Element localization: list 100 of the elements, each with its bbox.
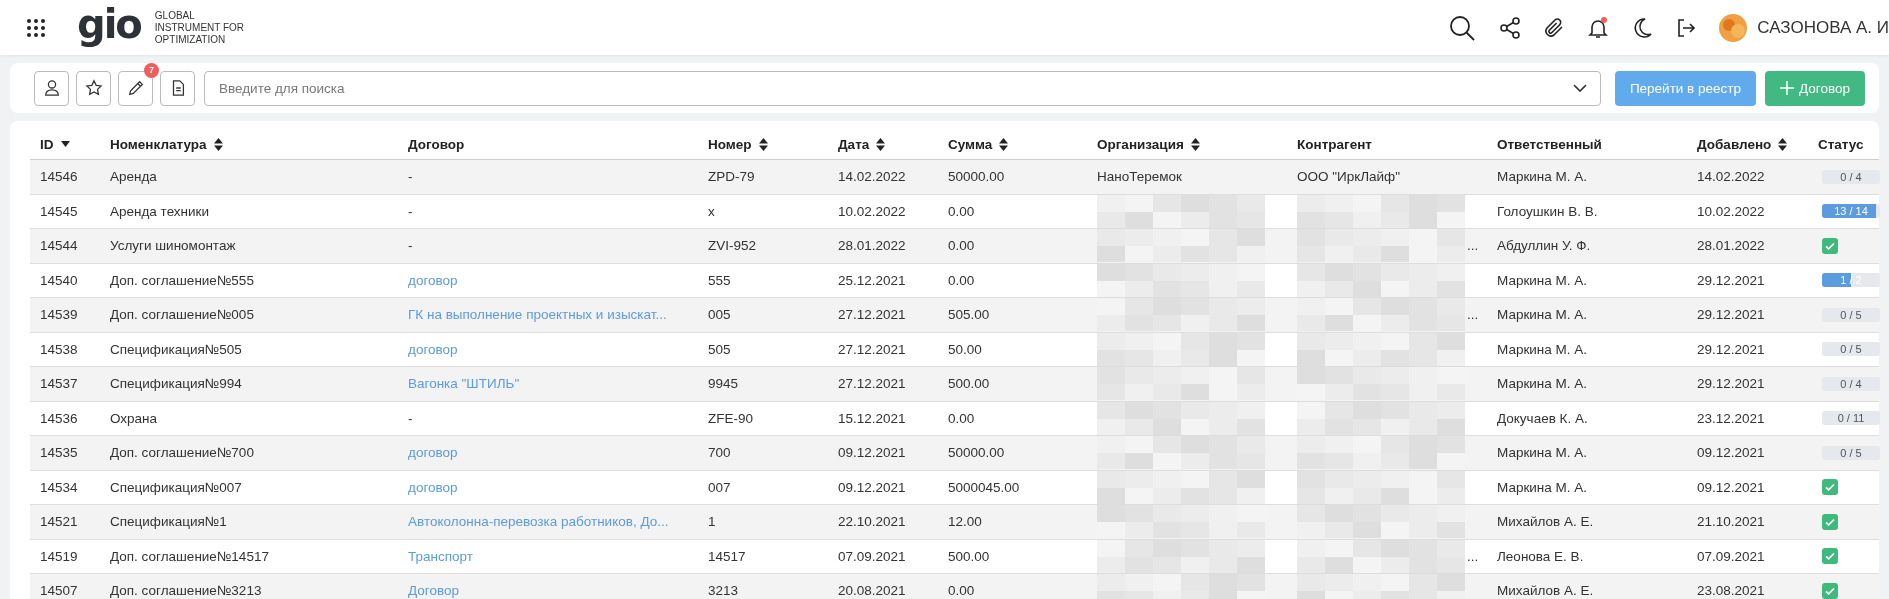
column-header[interactable]: Номер <box>708 136 752 152</box>
table-cell-text: 14519 <box>39 547 79 566</box>
count-badge: 7 <box>144 62 159 78</box>
table-cell-text: 14539 <box>39 306 79 325</box>
search-field[interactable]: Введите для поиска <box>204 70 1601 106</box>
bell-icon[interactable] <box>1586 15 1611 40</box>
table-cell-text: Докучаев К. А. <box>1496 409 1589 428</box>
table-cell-text: 25.12.2021 <box>837 271 907 290</box>
table-cell-text: 12.00 <box>947 513 983 532</box>
table-cell-text: 0.00 <box>947 582 976 599</box>
pencil-icon <box>126 79 145 97</box>
sort-icon[interactable] <box>1190 137 1200 151</box>
checkmark-icon <box>1822 548 1838 565</box>
table-cell-text: 0.00 <box>947 202 976 221</box>
table-cell-text: 14.02.2022 <box>1696 168 1766 187</box>
plus-icon <box>1780 81 1794 95</box>
table-cell-text: 0.00 <box>947 409 976 428</box>
table-cell-text: 27.12.2021 <box>837 340 907 359</box>
table-cell-text: Услуги шиномонтаж <box>109 237 237 256</box>
progress-bar: 0 / 4 <box>1822 376 1880 391</box>
progress-bar: 13 / 14 <box>1822 204 1880 219</box>
table-cell-text: 09.12.2021 <box>837 444 907 463</box>
table-cell-text: Голоушкин В. В. <box>1496 202 1599 221</box>
chevron-down-icon[interactable] <box>1572 83 1587 93</box>
share-icon[interactable] <box>1498 15 1523 40</box>
table-cell-text: 14537 <box>39 375 79 394</box>
column-header[interactable]: Контрагент <box>1297 136 1372 152</box>
favorites-button[interactable] <box>76 70 111 106</box>
table-cell-text: 23.08.2021 <box>1696 582 1766 599</box>
table-cell: ... <box>1467 307 1479 323</box>
search-icon[interactable] <box>1448 13 1477 42</box>
column-header[interactable]: Ответственный <box>1497 136 1602 152</box>
table-cell-text: 29.12.2021 <box>1696 306 1766 325</box>
table-cell-text: Доп. соглашение№555 <box>109 271 255 290</box>
table-cell-text: Аренда техники <box>109 202 211 221</box>
sort-desc-icon[interactable] <box>60 141 70 147</box>
sort-icon[interactable] <box>213 137 223 151</box>
checkmark-icon <box>1822 479 1838 496</box>
table-cell-text: 28.01.2022 <box>1696 237 1766 256</box>
sort-icon[interactable] <box>758 137 768 151</box>
sort-icon[interactable] <box>1778 137 1788 151</box>
checkmark-icon <box>1822 237 1838 254</box>
table-cell-text: 14534 <box>39 478 79 497</box>
table-cell-text: 500.00 <box>947 547 991 566</box>
table-cell-text: ZPD-79 <box>707 168 756 187</box>
table-cell-text: Маркина М. А. <box>1496 375 1589 394</box>
column-header[interactable]: Добавлено <box>1697 136 1772 152</box>
table-cell-text: 505 <box>707 340 732 359</box>
table-cell-text: 15.12.2021 <box>837 409 907 428</box>
table-cell-text: Маркина М. А. <box>1496 271 1589 290</box>
table-cell-text: Маркина М. А. <box>1496 340 1589 359</box>
progress-bar: 0 / 4 <box>1822 169 1880 184</box>
table-cell-text: 9945 <box>707 375 740 394</box>
table-cell-text: x <box>707 202 716 221</box>
table-cell-text: 555 <box>707 271 732 290</box>
table-cell-text: Маркина М. А. <box>1496 306 1589 325</box>
table-cell-text: Леонова Е. В. <box>1496 547 1585 566</box>
table-cell-text: 700 <box>707 444 732 463</box>
table-cell-text: 07.09.2021 <box>837 547 907 566</box>
table-cell-text: Спецификация№007 <box>109 478 243 497</box>
profile-button[interactable] <box>34 70 69 106</box>
table-cell: - <box>408 169 413 185</box>
column-header[interactable]: Организация <box>1097 136 1184 152</box>
table-cell-text: 23.12.2021 <box>1696 409 1766 428</box>
table-cell: - <box>408 203 413 219</box>
table-cell-text: 50000.00 <box>947 168 1006 187</box>
table-cell-text: Михайлов А. Е. <box>1496 582 1595 599</box>
table-cell-text: 09.12.2021 <box>837 478 907 497</box>
table-cell-text: 3213 <box>707 582 740 599</box>
table-cell-text: 14545 <box>39 202 79 221</box>
avatar[interactable] <box>1718 12 1749 43</box>
user-name[interactable]: САЗОНОВА А. И <box>1757 17 1889 38</box>
progress-bar: 0 / 5 <box>1822 342 1880 357</box>
table-cell-text: 007 <box>707 478 732 497</box>
table-cell-text: 10.02.2022 <box>837 202 907 221</box>
document-button[interactable] <box>160 70 195 106</box>
table-cell-text: 14.02.2022 <box>837 168 907 187</box>
table-cell-text: 14540 <box>39 271 79 290</box>
table-cell-text: Михайлов А. Е. <box>1496 513 1595 532</box>
column-header[interactable]: Статус <box>1818 136 1864 152</box>
table-cell-text: Спецификация№1 <box>109 513 228 532</box>
table-cell-text: 0.00 <box>947 237 976 256</box>
column-header[interactable]: Сумма <box>948 136 993 152</box>
sort-icon[interactable] <box>876 137 886 151</box>
table-cell-text: 14507 <box>39 582 79 599</box>
table-cell-text: 09.12.2021 <box>1696 444 1766 463</box>
apps-grid-icon[interactable] <box>26 17 46 38</box>
column-header[interactable]: Номенклатура <box>110 136 207 152</box>
column-header[interactable]: Дата <box>838 136 870 152</box>
column-header[interactable]: ID <box>40 136 54 152</box>
sort-icon[interactable] <box>999 137 1009 151</box>
table-cell-text: 29.12.2021 <box>1696 375 1766 394</box>
progress-bar: 0 / 11 <box>1822 411 1880 426</box>
table-cell-text: 09.12.2021 <box>1696 478 1766 497</box>
column-header[interactable]: Договор <box>408 136 465 152</box>
table-cell: ... <box>1467 548 1479 564</box>
table-cell-text: ZVI-952 <box>707 237 758 256</box>
table-cell-text: 27.12.2021 <box>837 375 907 394</box>
table-cell-text: 50.00 <box>947 340 983 359</box>
table-cell-text: 50000.00 <box>947 444 1006 463</box>
